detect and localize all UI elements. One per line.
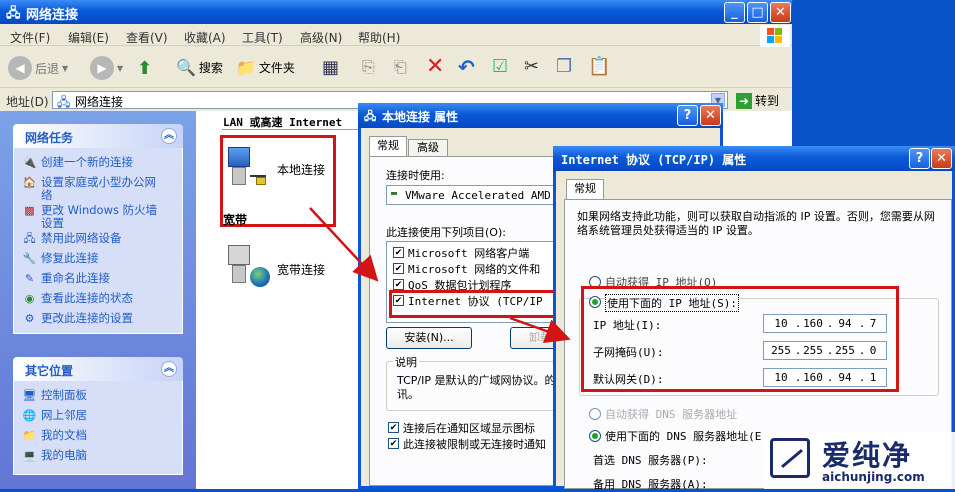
arrow-to-ip-settings <box>509 316 571 344</box>
arrow-to-tcpip-item <box>309 207 379 282</box>
watermark-url: aichunjing.com <box>822 470 925 484</box>
watermark-brand: 爱纯净 <box>822 439 913 472</box>
watermark-logo-icon <box>770 438 810 478</box>
watermark: 爱纯净 aichunjing.com <box>764 432 955 489</box>
annotation-arrows <box>309 207 571 344</box>
